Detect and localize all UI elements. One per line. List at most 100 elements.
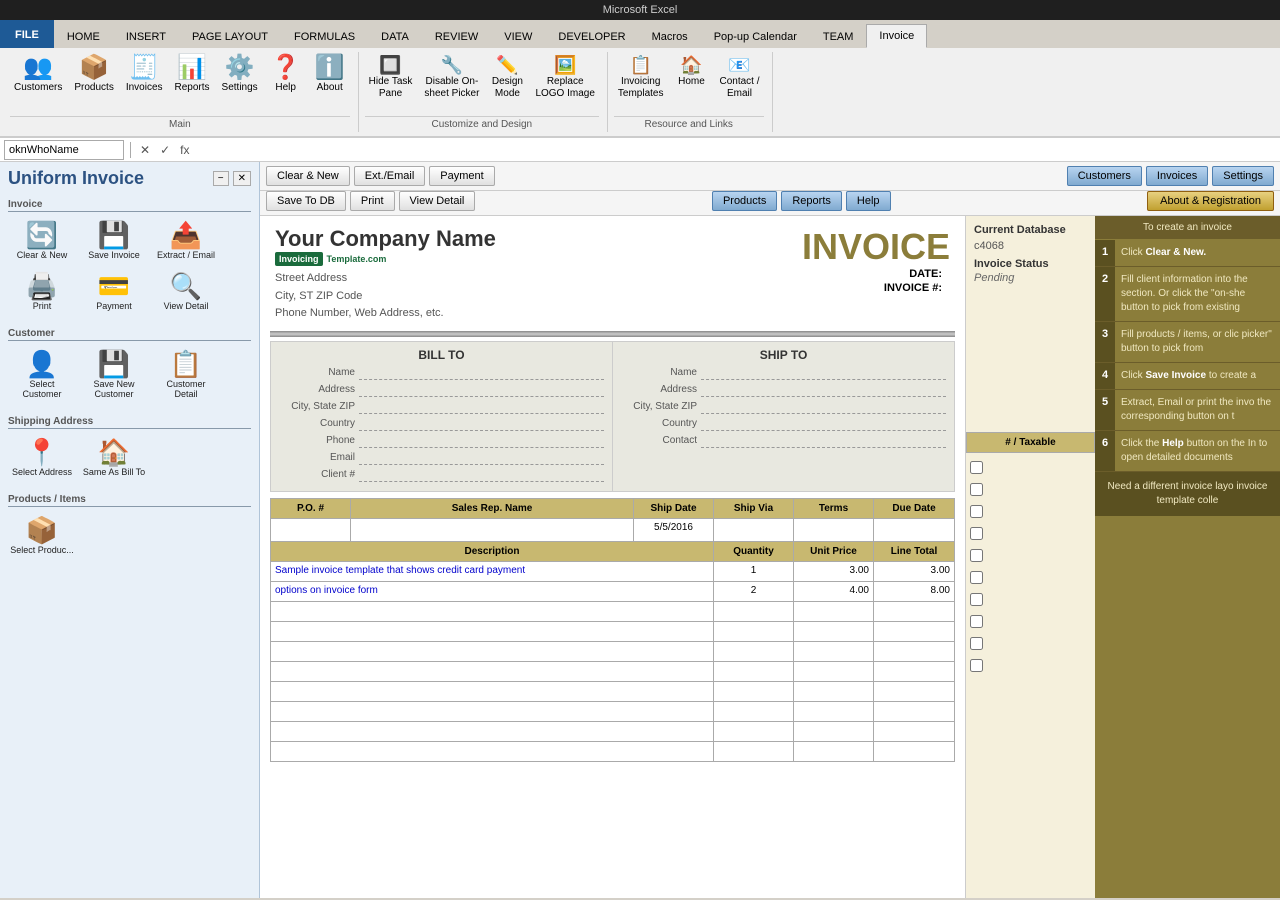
item10-qty[interactable]: [714, 742, 794, 761]
sidebar-item-payment[interactable]: 💳 Payment: [80, 269, 148, 316]
tab-review[interactable]: REVIEW: [422, 24, 491, 48]
item5-desc[interactable]: [271, 642, 714, 661]
item3-price[interactable]: [794, 602, 874, 621]
po-val-rep[interactable]: [351, 519, 634, 541]
sidebar-item-save-new-customer[interactable]: 💾 Save New Customer: [80, 347, 148, 405]
item3-total[interactable]: [874, 602, 954, 621]
ribbon-design-mode-btn[interactable]: ✏️ DesignMode: [487, 54, 527, 102]
taxable-cb-10[interactable]: [970, 659, 983, 672]
bill-address-input[interactable]: [359, 383, 604, 397]
item5-qty[interactable]: [714, 642, 794, 661]
item10-total[interactable]: [874, 742, 954, 761]
print-btn[interactable]: Print: [350, 191, 395, 211]
formula-function-btn[interactable]: fx: [177, 142, 192, 158]
sidebar-item-select-customer[interactable]: 👤 Select Customer: [8, 347, 76, 405]
item5-price[interactable]: [794, 642, 874, 661]
bill-phone-input[interactable]: [359, 434, 604, 448]
ribbon-contact-email-btn[interactable]: 📧 Contact /Email: [715, 54, 763, 102]
reports-btn[interactable]: Reports: [781, 191, 842, 211]
tab-team[interactable]: TEAM: [810, 24, 867, 48]
item7-desc[interactable]: [271, 682, 714, 701]
tab-invoice[interactable]: Invoice: [866, 24, 927, 48]
taxable-cb-1[interactable]: [970, 461, 983, 474]
help-btn[interactable]: Help: [846, 191, 891, 211]
formula-confirm-btn[interactable]: ✓: [157, 142, 173, 158]
po-val-terms[interactable]: [794, 519, 874, 541]
bill-client-num-input[interactable]: [359, 468, 604, 482]
po-val-ship-via[interactable]: [714, 519, 794, 541]
sidebar-item-same-as-bill[interactable]: 🏠 Same As Bill To: [80, 435, 148, 482]
formula-input[interactable]: [196, 144, 1276, 156]
item9-qty[interactable]: [714, 722, 794, 741]
item8-qty[interactable]: [714, 702, 794, 721]
taxable-cb-5[interactable]: [970, 549, 983, 562]
taxable-cb-8[interactable]: [970, 615, 983, 628]
item4-total[interactable]: [874, 622, 954, 641]
sidebar-item-extract-email[interactable]: 📤 Extract / Email: [152, 218, 220, 265]
bill-name-input[interactable]: [359, 366, 604, 380]
po-val-po[interactable]: [271, 519, 351, 541]
customers-btn[interactable]: Customers: [1067, 166, 1142, 186]
clear-new-btn[interactable]: Clear & New: [266, 166, 350, 186]
sidebar-item-view-detail[interactable]: 🔍 View Detail: [152, 269, 220, 316]
sidebar-item-select-address[interactable]: 📍 Select Address: [8, 435, 76, 482]
ship-country-input[interactable]: [701, 417, 946, 431]
sidebar-item-customer-detail[interactable]: 📋 Customer Detail: [152, 347, 220, 405]
sidebar-close-btn[interactable]: ✕: [233, 171, 251, 186]
bill-csz-input[interactable]: [359, 400, 604, 414]
item8-total[interactable]: [874, 702, 954, 721]
ext-email-btn[interactable]: Ext./Email: [354, 166, 426, 186]
tab-insert[interactable]: INSERT: [113, 24, 179, 48]
payment-btn[interactable]: Payment: [429, 166, 494, 186]
ribbon-help-btn[interactable]: ❓ Help: [266, 54, 306, 96]
taxable-cb-4[interactable]: [970, 527, 983, 540]
taxable-cb-6[interactable]: [970, 571, 983, 584]
ribbon-replace-logo-btn[interactable]: 🖼️ ReplaceLOGO Image: [531, 54, 598, 102]
sidebar-minimize-btn[interactable]: −: [213, 171, 229, 186]
tab-data[interactable]: DATA: [368, 24, 422, 48]
ribbon-products-btn[interactable]: 📦 Products: [70, 54, 117, 96]
tab-formulas[interactable]: FORMULAS: [281, 24, 368, 48]
bill-country-input[interactable]: [359, 417, 604, 431]
save-to-db-btn[interactable]: Save To DB: [266, 191, 346, 211]
sidebar-item-select-product[interactable]: 📦 Select Produc...: [8, 513, 76, 560]
tab-popup-calendar[interactable]: Pop-up Calendar: [701, 24, 810, 48]
name-box[interactable]: [4, 140, 124, 160]
taxable-cb-3[interactable]: [970, 505, 983, 518]
ribbon-settings-btn[interactable]: ⚙️ Settings: [218, 54, 262, 96]
item10-desc[interactable]: [271, 742, 714, 761]
ship-contact-input[interactable]: [701, 434, 946, 448]
invoices-btn[interactable]: Invoices: [1146, 166, 1208, 186]
view-detail-btn[interactable]: View Detail: [399, 191, 476, 211]
item5-total[interactable]: [874, 642, 954, 661]
tab-file[interactable]: FILE: [0, 20, 54, 48]
item10-price[interactable]: [794, 742, 874, 761]
tab-home[interactable]: HOME: [54, 24, 113, 48]
ribbon-reports-btn[interactable]: 📊 Reports: [171, 54, 214, 96]
taxable-cb-7[interactable]: [970, 593, 983, 606]
item6-qty[interactable]: [714, 662, 794, 681]
item7-total[interactable]: [874, 682, 954, 701]
item9-desc[interactable]: [271, 722, 714, 741]
item6-total[interactable]: [874, 662, 954, 681]
item9-price[interactable]: [794, 722, 874, 741]
item3-desc[interactable]: [271, 602, 714, 621]
ship-address-input[interactable]: [701, 383, 946, 397]
tab-page-layout[interactable]: PAGE LAYOUT: [179, 24, 281, 48]
item6-desc[interactable]: [271, 662, 714, 681]
item3-qty[interactable]: [714, 602, 794, 621]
item8-price[interactable]: [794, 702, 874, 721]
settings-btn[interactable]: Settings: [1212, 166, 1274, 186]
sidebar-item-print[interactable]: 🖨️ Print: [8, 269, 76, 316]
sidebar-item-clear-new[interactable]: 🔄 Clear & New: [8, 218, 76, 265]
ship-csz-input[interactable]: [701, 400, 946, 414]
sidebar-item-save-invoice[interactable]: 💾 Save Invoice: [80, 218, 148, 265]
item8-desc[interactable]: [271, 702, 714, 721]
taxable-cb-2[interactable]: [970, 483, 983, 496]
item7-price[interactable]: [794, 682, 874, 701]
ribbon-invoicing-templates-btn[interactable]: 📋 InvoicingTemplates: [614, 54, 668, 102]
tab-developer[interactable]: DEVELOPER: [545, 24, 638, 48]
products-btn[interactable]: Products: [712, 191, 777, 211]
ribbon-customers-btn[interactable]: 👥 Customers: [10, 54, 66, 96]
item4-price[interactable]: [794, 622, 874, 641]
